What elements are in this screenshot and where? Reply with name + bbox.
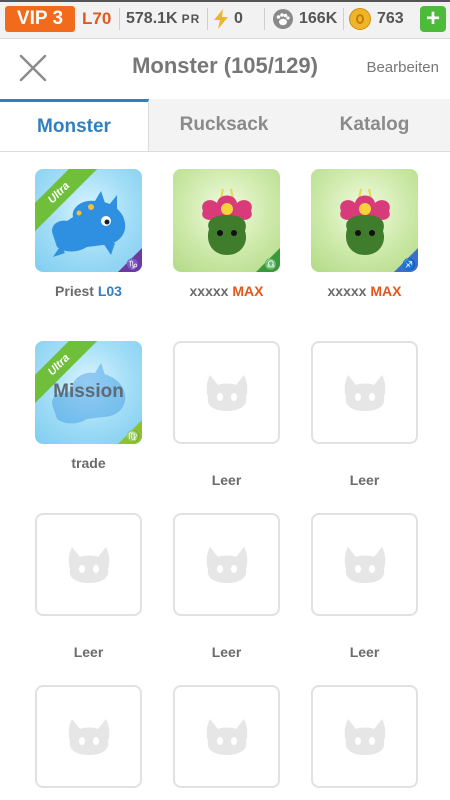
empty-slot-label: Leer [349, 472, 380, 488]
divider [343, 8, 344, 30]
divider [264, 8, 265, 30]
empty-monster-icon [206, 719, 248, 755]
power-display: 578.1K PR [126, 6, 200, 32]
monster-card-mission[interactable]: Ultra Mission ♍ [35, 341, 142, 444]
empty-monster-icon [344, 547, 386, 583]
header: Monster (105/129) Bearbeiten [0, 39, 450, 99]
flower-monster-icon [202, 188, 252, 255]
empty-monster-icon [206, 375, 248, 411]
mission-overlay: Mission [53, 381, 124, 402]
energy-value: 0 [234, 10, 243, 27]
monster-name: trade [71, 455, 106, 471]
empty-slot[interactable] [173, 341, 280, 444]
empty-slot-label: Leer [349, 644, 380, 660]
tab-rucksack[interactable]: Rucksack [149, 99, 299, 151]
empty-slot-label: Leer [211, 644, 242, 660]
vip-badge[interactable]: VIP 3 [5, 6, 75, 32]
virgo-icon: ♍ [126, 431, 140, 443]
gold-coin-icon [349, 8, 371, 30]
tab-monster[interactable]: Monster [0, 99, 149, 151]
empty-monster-icon [206, 547, 248, 583]
monster-card-flower-1[interactable]: ♎ [173, 169, 280, 272]
lightning-icon [214, 9, 228, 29]
tab-bar: Monster Rucksack Katalog [0, 99, 450, 152]
empty-monster-icon [68, 719, 110, 755]
status-bar: VIP 3 L70 578.1K PR 0 166K 763 + [0, 0, 450, 39]
food-value: 166K [299, 10, 338, 27]
empty-slot[interactable] [173, 513, 280, 616]
empty-monster-icon [344, 719, 386, 755]
tab-katalog[interactable]: Katalog [299, 99, 450, 151]
capricorn-icon: ♑ [126, 259, 140, 271]
monster-name: xxxxx [327, 283, 367, 299]
monster-label: Priest L03 [35, 283, 142, 299]
page-title: Monster (105/129) [132, 53, 318, 78]
power-unit: PR [181, 12, 201, 26]
paw-icon [273, 9, 293, 29]
power-value: 578.1K [126, 10, 178, 27]
monster-label: xxxxx MAX [311, 283, 418, 299]
monster-card-priest[interactable]: Ultra ♑ [35, 169, 142, 272]
gold-value: 763 [377, 10, 404, 27]
empty-slot-label: Leer [73, 644, 104, 660]
empty-slot[interactable] [173, 685, 280, 788]
monster-card-flower-2[interactable]: ♐ [311, 169, 418, 272]
monster-name: Priest [55, 283, 94, 299]
player-level: L70 [82, 9, 112, 28]
monster-level: L03 [97, 283, 122, 299]
close-icon[interactable] [18, 53, 48, 83]
flower-monster-icon [340, 188, 390, 255]
empty-slot[interactable] [311, 685, 418, 788]
divider [119, 8, 120, 30]
divider [207, 8, 208, 30]
monster-level: MAX [232, 283, 264, 299]
empty-slot[interactable] [311, 513, 418, 616]
empty-slot[interactable] [35, 685, 142, 788]
monster-level: MAX [370, 283, 402, 299]
empty-slot[interactable] [311, 341, 418, 444]
add-gold-button[interactable]: + [420, 6, 446, 32]
monster-label: xxxxx MAX [173, 283, 280, 299]
top-line [0, 0, 450, 2]
edit-button[interactable]: Bearbeiten [366, 59, 439, 76]
libra-icon: ♎ [264, 259, 278, 271]
sagittarius-icon: ♐ [402, 259, 416, 271]
empty-monster-icon [68, 547, 110, 583]
empty-monster-icon [344, 375, 386, 411]
monster-name: xxxxx [189, 283, 229, 299]
empty-slot[interactable] [35, 513, 142, 616]
empty-slot-label: Leer [211, 472, 242, 488]
